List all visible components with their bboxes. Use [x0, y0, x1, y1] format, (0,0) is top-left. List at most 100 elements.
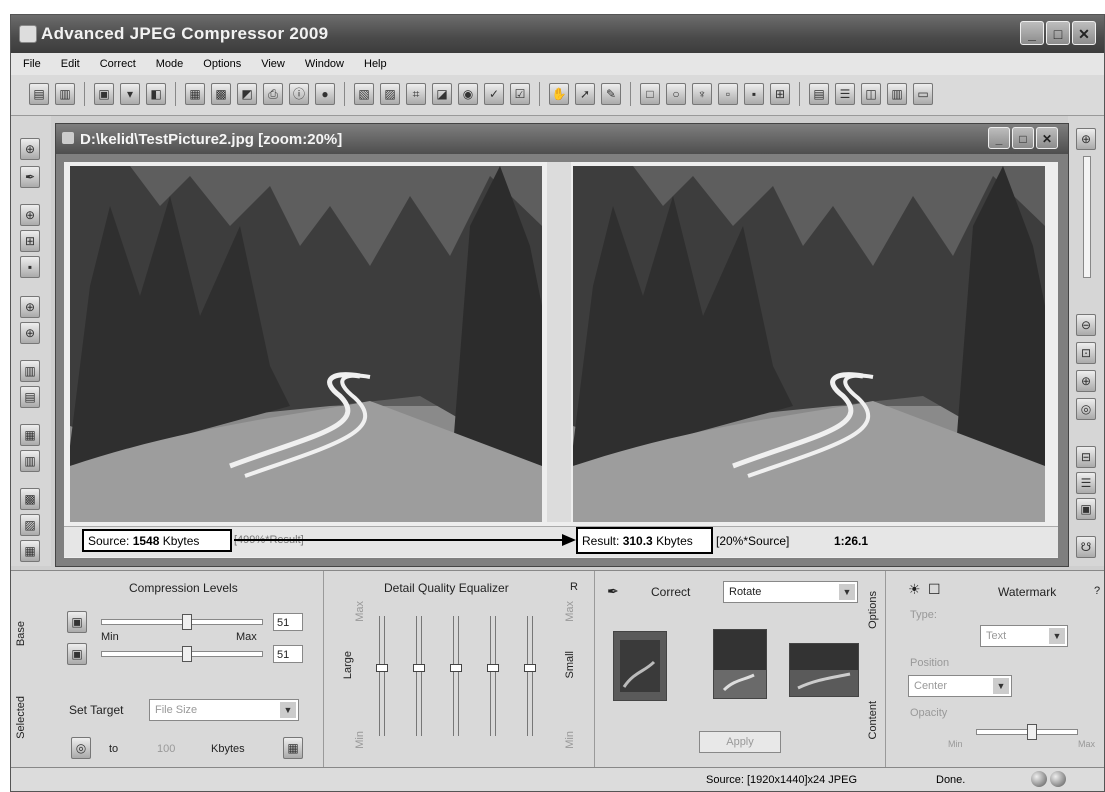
print-icon[interactable]: ⎙ — [263, 83, 283, 105]
eq-band-3-knob[interactable] — [450, 664, 462, 672]
copy-icon[interactable]: ▧ — [354, 83, 374, 105]
target-icon[interactable]: ◎ — [71, 737, 91, 759]
lasso-icon[interactable]: ♆ — [692, 83, 712, 105]
zoom-source-icon[interactable]: ⊕ — [20, 296, 40, 318]
levels-icon[interactable]: ▤ — [20, 386, 40, 408]
open-folder-icon[interactable]: ▥ — [55, 83, 75, 105]
save-as-icon[interactable]: ▾ — [120, 83, 140, 105]
pointer-icon[interactable]: ➚ — [575, 83, 595, 105]
histogram-icon[interactable]: ▥ — [20, 360, 40, 382]
eq-band-5[interactable] — [524, 616, 536, 736]
eq-band-2-knob[interactable] — [413, 664, 425, 672]
zoom-result-icon[interactable]: ⊕ — [20, 322, 40, 344]
menu-file[interactable]: File — [23, 58, 41, 70]
watermark-help[interactable]: ? — [1094, 585, 1100, 597]
zoom-out-icon[interactable]: ⊖ — [1076, 314, 1096, 336]
compression-value-2[interactable]: 51 — [273, 645, 303, 663]
zoom-region-icon[interactable]: ⊞ — [20, 230, 40, 252]
eyedropper-icon[interactable]: ✒ — [20, 166, 40, 188]
apply-button[interactable]: Apply — [699, 731, 781, 753]
menu-options[interactable]: Options — [203, 58, 241, 70]
hand-tool-icon[interactable]: ☋ — [1076, 536, 1096, 558]
correct-dropdown[interactable]: Rotate ▼ — [723, 581, 858, 603]
zoom-icon[interactable]: ⊕ — [1076, 128, 1096, 150]
side-by-side-icon[interactable]: ⊟ — [1076, 446, 1096, 468]
watermark-type-dropdown[interactable]: Text ▼ — [980, 625, 1068, 647]
layout-horizontal-icon[interactable]: ☰ — [835, 83, 855, 105]
rotate-right-thumbnail[interactable] — [789, 643, 859, 697]
eq-band-3[interactable] — [450, 616, 462, 736]
rotate-none-thumbnail[interactable] — [713, 629, 767, 699]
tab-options[interactable]: Options — [867, 591, 879, 629]
target-type-dropdown[interactable]: File Size ▼ — [149, 699, 299, 721]
compress-icon[interactable]: ◩ — [237, 83, 257, 105]
tab-selected[interactable]: Selected — [15, 696, 27, 739]
menu-edit[interactable]: Edit — [61, 58, 80, 70]
open-icon[interactable]: ▤ — [29, 83, 49, 105]
info-icon[interactable]: ⓘ — [289, 83, 309, 105]
view-divider[interactable] — [547, 162, 571, 522]
menu-correct[interactable]: Correct — [100, 58, 136, 70]
resize-icon[interactable]: ◪ — [432, 83, 452, 105]
result-image[interactable] — [573, 166, 1045, 522]
tab-content[interactable]: Content — [867, 701, 879, 740]
compare-icon[interactable]: ▦ — [20, 424, 40, 446]
crop-icon[interactable]: ⌗ — [406, 83, 426, 105]
zoom-actual-icon[interactable]: ⊕ — [1076, 370, 1096, 392]
watermark-position-dropdown[interactable]: Center ▼ — [908, 675, 1012, 697]
verify-icon[interactable]: ☑ — [510, 83, 530, 105]
menu-mode[interactable]: Mode — [156, 58, 184, 70]
grid-icon[interactable]: ⊞ — [770, 83, 790, 105]
arrange-icon[interactable]: ▦ — [20, 540, 40, 562]
source-image[interactable] — [70, 166, 542, 522]
paste-icon[interactable]: ▨ — [380, 83, 400, 105]
rotate-left-thumbnail[interactable] — [613, 631, 667, 701]
batch-icon[interactable]: ▦ — [185, 83, 205, 105]
compression-slider-2[interactable] — [101, 646, 263, 662]
zoom-fit-icon[interactable]: ⊕ — [20, 204, 40, 226]
doc-close-button[interactable]: ✕ — [1036, 127, 1058, 149]
cascade-icon[interactable]: ▨ — [20, 514, 40, 536]
eq-band-4-knob[interactable] — [487, 664, 499, 672]
help-icon[interactable]: ● — [315, 83, 335, 105]
minimize-button[interactable]: _ — [1020, 21, 1044, 45]
ellipse-select-icon[interactable]: ○ — [666, 83, 686, 105]
eq-band-5-knob[interactable] — [524, 664, 536, 672]
tab-base[interactable]: Base — [15, 621, 27, 646]
close-button[interactable]: ✕ — [1072, 21, 1096, 45]
doc-maximize-button[interactable]: □ — [1012, 127, 1034, 149]
view-mode-icon[interactable]: ▪ — [20, 256, 40, 278]
layout-vertical-icon[interactable]: ◫ — [861, 83, 881, 105]
zoom-slider[interactable] — [1083, 156, 1091, 278]
eq-band-1[interactable] — [376, 616, 388, 736]
menu-help[interactable]: Help — [364, 58, 387, 70]
layout-single-icon[interactable]: ▭ — [913, 83, 933, 105]
layout-full-icon[interactable]: ▥ — [887, 83, 907, 105]
export-icon[interactable]: ◧ — [146, 83, 166, 105]
fit-window-icon[interactable]: ⊡ — [1076, 342, 1096, 364]
opacity-slider[interactable] — [976, 724, 1078, 740]
refresh-icon[interactable]: ◎ — [1076, 398, 1096, 420]
compression-slider-1-knob[interactable] — [182, 614, 192, 630]
menu-view[interactable]: View — [261, 58, 285, 70]
red-eye-icon[interactable]: ◉ — [458, 83, 478, 105]
hand-icon[interactable]: ✋ — [549, 83, 569, 105]
rect-select-icon[interactable]: □ — [640, 83, 660, 105]
doc-minimize-button[interactable]: _ — [988, 127, 1010, 149]
deselect-icon[interactable]: ▫ — [718, 83, 738, 105]
single-view-icon[interactable]: ▣ — [1076, 498, 1096, 520]
apply-target-icon[interactable]: ▦ — [283, 737, 303, 759]
eq-band-2[interactable] — [413, 616, 425, 736]
eq-band-1-knob[interactable] — [376, 664, 388, 672]
compression-slider-1[interactable] — [101, 614, 263, 630]
save-icon[interactable]: ▣ — [94, 83, 114, 105]
menu-window[interactable]: Window — [305, 58, 344, 70]
zoom-in-icon[interactable]: ⊕ — [20, 138, 40, 160]
split-view-icon[interactable]: ▥ — [20, 450, 40, 472]
opacity-slider-knob[interactable] — [1027, 724, 1037, 740]
brush-icon[interactable]: ✎ — [601, 83, 621, 105]
maximize-button[interactable]: □ — [1046, 21, 1070, 45]
eq-band-4[interactable] — [487, 616, 499, 736]
tile-icon[interactable]: ▩ — [20, 488, 40, 510]
layout-split-icon[interactable]: ▤ — [809, 83, 829, 105]
